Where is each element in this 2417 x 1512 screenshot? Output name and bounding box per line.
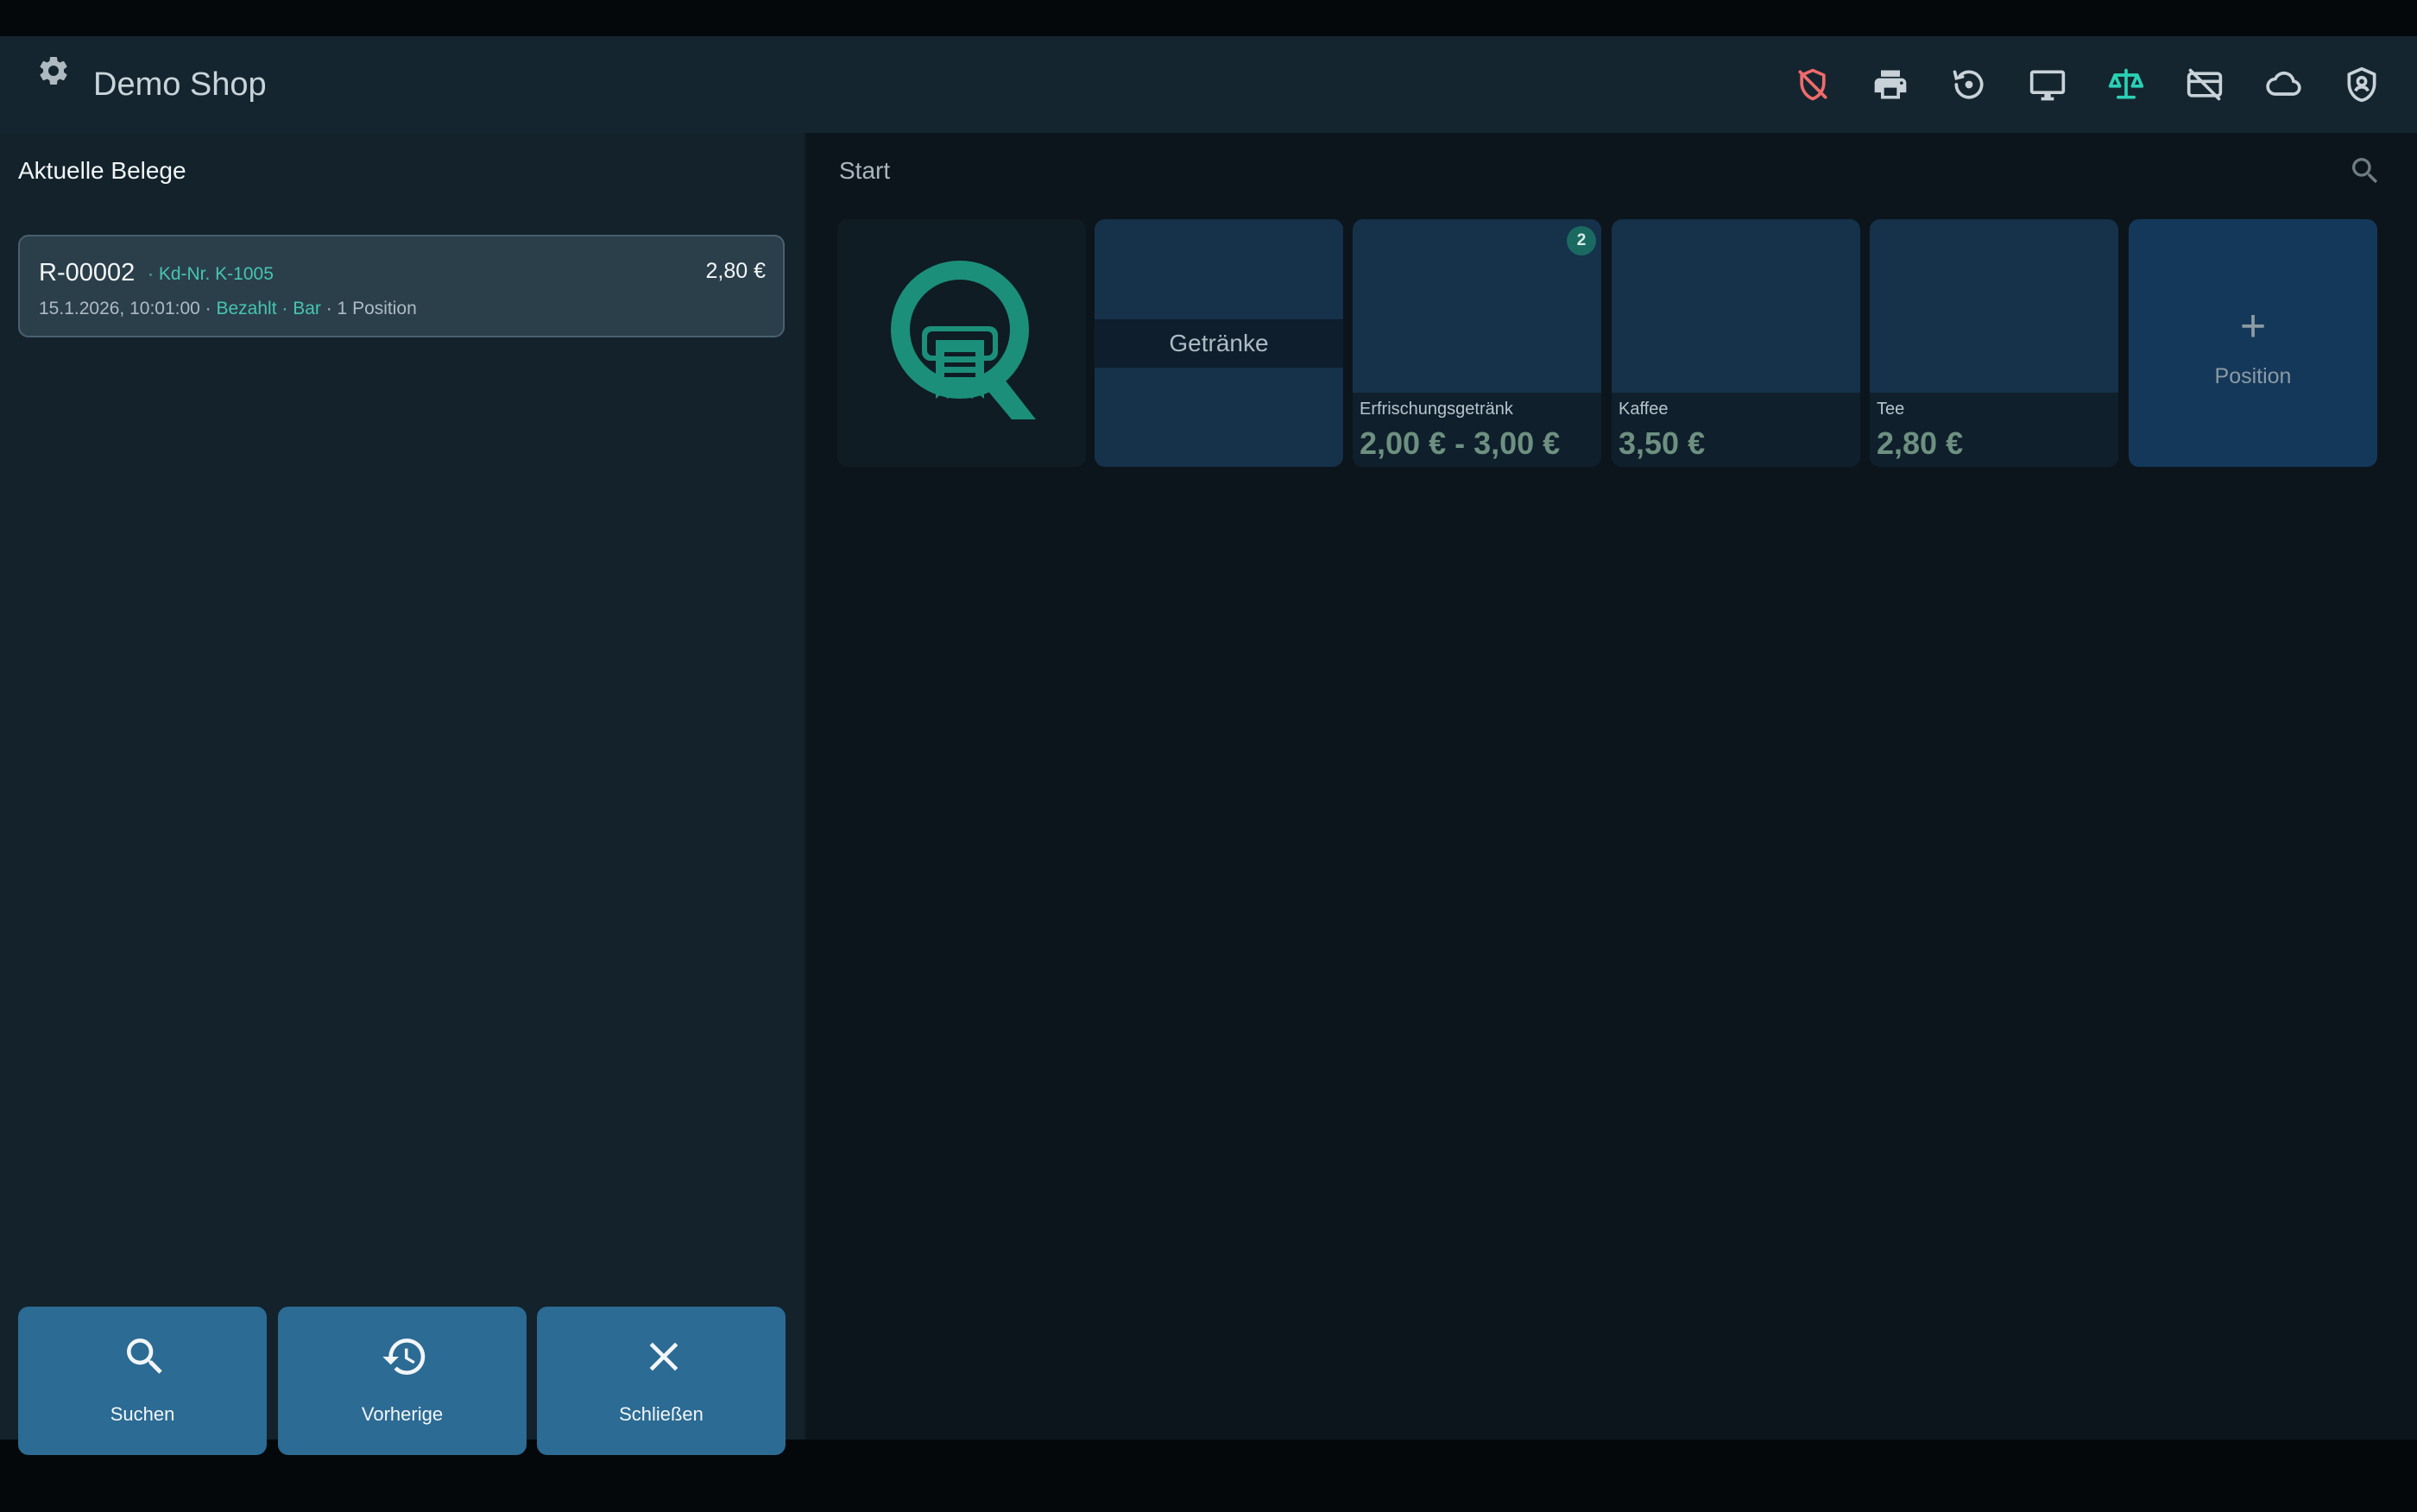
customer-number: · Kd-Nr. K-1005 — [148, 264, 274, 284]
previous-button[interactable]: Vorherige — [278, 1307, 527, 1455]
receipt-card[interactable]: R-00002 · Kd-Nr. K-1005 2,80 € 15.1.2026… — [18, 235, 785, 337]
receipts-panel: Aktuelle Belege R-00002 · Kd-Nr. K-1005 … — [0, 133, 805, 1455]
receipt-meta: 15.1.2026, 10:01:00 · Bezahlt · Bar · 1 … — [39, 299, 417, 319]
user-shield-icon[interactable] — [2343, 66, 2381, 104]
scale-icon[interactable] — [2107, 66, 2145, 104]
shop-title: Demo Shop — [93, 66, 267, 103]
receipt-number: R-00002 — [39, 259, 136, 287]
gear-icon[interactable] — [36, 54, 71, 88]
card-off-icon[interactable] — [2186, 66, 2224, 104]
breadcrumb[interactable]: Start — [839, 157, 890, 185]
monitor-icon[interactable] — [2029, 66, 2067, 104]
add-position-tile[interactable]: + Position — [2129, 219, 2377, 467]
product-price: 2,80 € — [1877, 425, 1964, 461]
cloud-icon[interactable] — [2264, 66, 2302, 104]
product-info: Kaffee 3,50 € — [1612, 393, 1860, 467]
history-icon[interactable] — [1950, 66, 1988, 104]
close-button[interactable]: Schließen — [537, 1307, 786, 1455]
product-tile[interactable]: Kaffee 3,50 € — [1612, 219, 1860, 467]
logo-tile — [837, 219, 1086, 467]
product-tile[interactable]: Tee 2,80 € — [1870, 219, 2118, 467]
product-price: 2,00 € - 3,00 € — [1360, 425, 1561, 461]
printer-icon[interactable] — [1871, 66, 1909, 104]
pos-app: Demo Shop Aktuelle Belege R-00002 · Kd-N… — [0, 36, 2417, 1455]
count-badge: 2 — [1567, 226, 1596, 255]
product-tile[interactable]: 2 Erfrischungsgetränk 2,00 € - 3,00 € — [1353, 219, 1601, 467]
search-button-label: Suchen — [110, 1403, 175, 1425]
search-icon[interactable] — [2348, 154, 2382, 188]
close-button-label: Schließen — [619, 1403, 704, 1425]
search-button[interactable]: Suchen — [18, 1307, 267, 1455]
section-title: Aktuelle Belege — [18, 157, 186, 184]
receipt-status: Bezahlt · Bar — [216, 299, 321, 318]
shield-off-icon[interactable] — [1794, 66, 1832, 104]
header-bar: Demo Shop — [0, 36, 2417, 133]
search-icon — [127, 1339, 162, 1374]
product-info: Erfrischungsgetränk 2,00 € - 3,00 € — [1353, 393, 1601, 467]
close-icon — [649, 1342, 678, 1371]
receipt-date: 15.1.2026, 10:01:00 · — [39, 299, 217, 318]
product-price: 3,50 € — [1619, 425, 1706, 461]
plus-icon: + — [2239, 301, 2267, 351]
add-position-label: Position — [2214, 364, 2292, 388]
receipt-logo-icon — [891, 261, 1036, 419]
product-info: Tee 2,80 € — [1870, 393, 2118, 467]
category-label: Getränke — [1095, 319, 1343, 368]
receipt-amount: 2,80 € — [705, 259, 766, 283]
receipt-positions: · 1 Position — [320, 299, 417, 318]
history-icon — [382, 1339, 426, 1375]
products-panel: Start Getränke 2 Erfrischungsgetränk 2,0… — [806, 133, 2417, 1440]
product-name: Tee — [1877, 400, 1905, 419]
category-tile-getraenke[interactable]: Getränke — [1095, 219, 1343, 467]
product-name: Erfrischungsgetränk — [1360, 400, 1513, 419]
previous-button-label: Vorherige — [361, 1403, 444, 1425]
product-name: Kaffee — [1619, 400, 1669, 419]
